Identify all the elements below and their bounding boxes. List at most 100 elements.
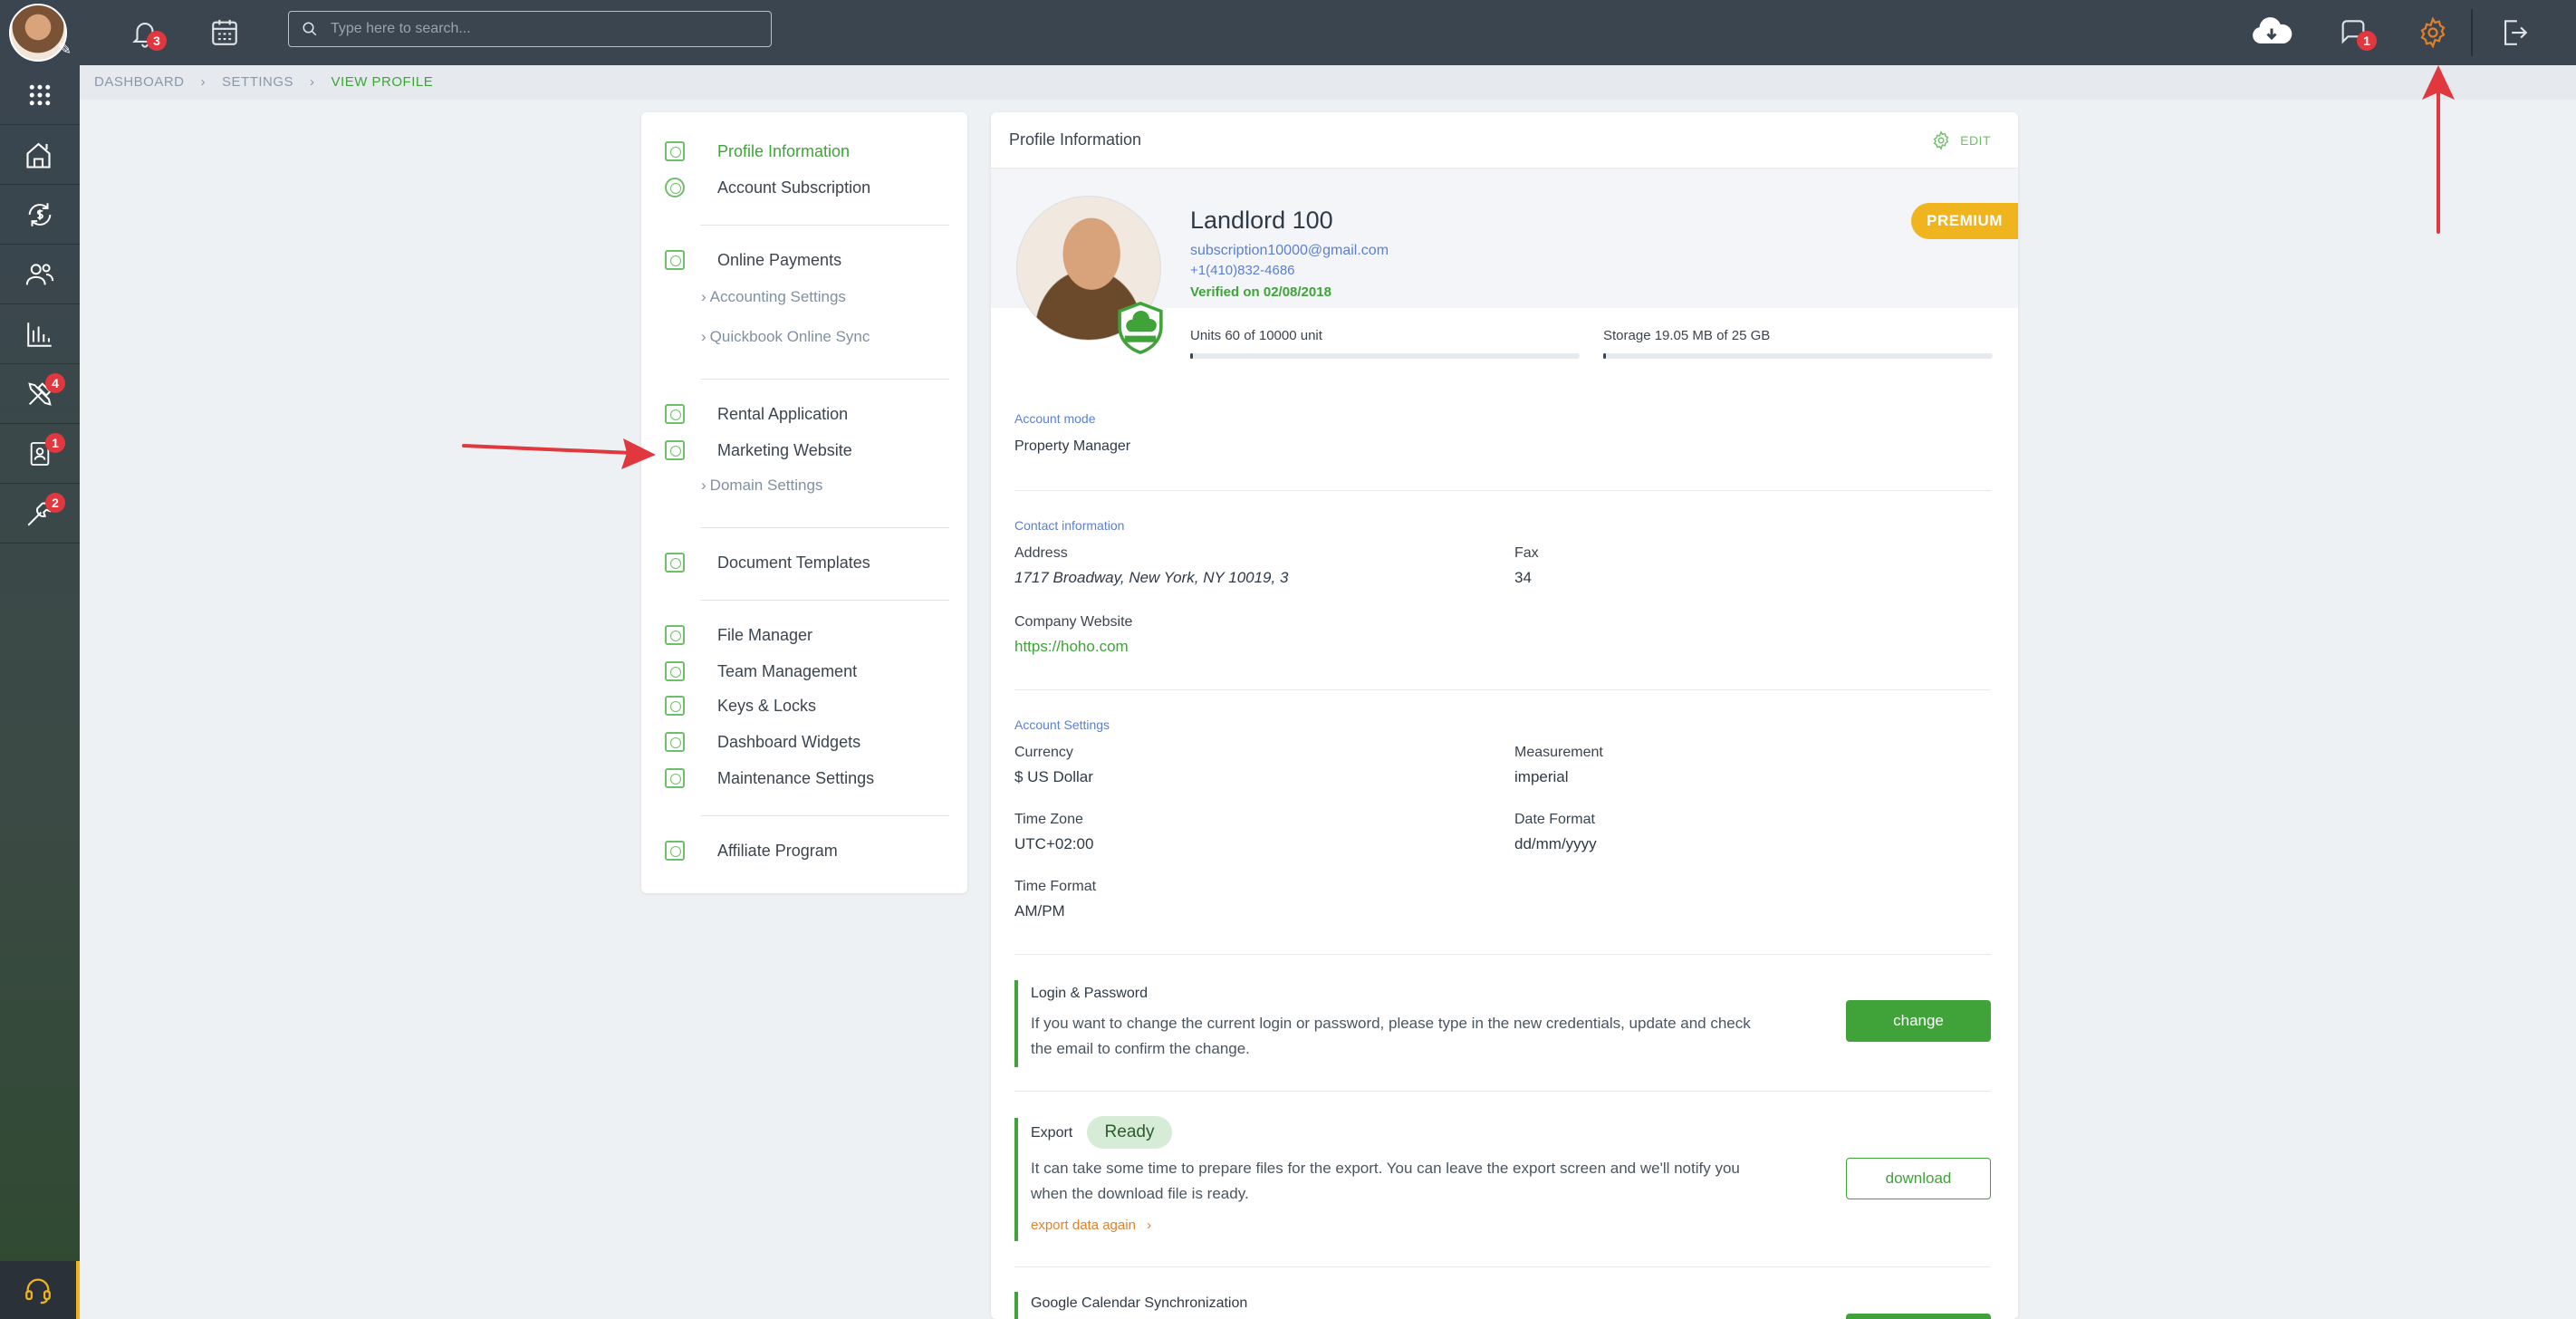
export-block: Export Ready It can take some time to pr… [1014,1116,1991,1241]
timezone-value: UTC+02:00 [1014,835,1094,852]
menu-item-dashboard-widgets[interactable]: Dashboard Widgets [641,732,860,752]
menu-item-document-templates[interactable]: Document Templates [641,553,870,573]
left-sidebar: 4 1 2 [0,65,80,1319]
section-divider [1014,1091,1991,1092]
search-icon [303,22,317,36]
download-button[interactable]: download [1846,1158,1991,1199]
notifications-count-badge: 3 [147,31,167,51]
google-calendar-button[interactable] [1846,1314,1991,1319]
profile-phone[interactable]: +1(410)832-4686 [1190,263,1295,278]
settings-menu: Profile Information Account Subscription… [641,112,967,893]
home-building-icon[interactable] [0,125,80,185]
annotation-arrow-settings [2422,65,2455,234]
menu-item-account-subscription[interactable]: Account Subscription [641,178,870,197]
search-box[interactable] [288,11,772,47]
subscription-icon [665,178,685,197]
chat-messages-icon[interactable]: 1 [2333,13,2377,53]
document-icon [665,553,685,573]
currency-value: $ US Dollar [1014,768,1093,785]
google-calendar-block: Google Calendar Synchronization [1014,1292,1991,1319]
menu-divider [700,379,949,380]
top-bar: ✎ 3 1 [0,0,2576,65]
menu-item-quickbook-online-sync[interactable]: › Quickbook Online Sync [701,328,870,346]
contact-card-icon[interactable]: 1 [0,424,80,484]
date-format-label: Date Format [1514,812,1595,827]
bar-chart-icon[interactable] [0,304,80,364]
menu-divider [700,527,949,528]
section-divider [1014,954,1991,955]
breadcrumb-view-profile: VIEW PROFILE [331,74,434,90]
people-icon[interactable] [0,245,80,304]
edit-button[interactable]: EDIT [1931,130,1991,150]
export-description: It can take some time to prepare files f… [1031,1160,1740,1202]
menu-divider [700,225,949,226]
storage-usage-bar [1603,353,1993,359]
chevron-right-icon: › [200,74,207,90]
measurement-value: imperial [1514,768,1569,785]
section-divider [1014,490,1991,491]
units-usage-fill [1190,353,1194,359]
profile-card: Profile Information EDIT Landlord 100 su… [991,112,2018,1319]
menu-item-file-manager[interactable]: File Manager [641,625,812,645]
verified-date: Verified on 02/08/2018 [1190,284,1331,300]
tools-icon[interactable]: 4 [0,364,80,424]
wrench-icon[interactable]: 2 [0,484,80,544]
logout-icon[interactable] [2494,13,2534,53]
company-website-link[interactable]: https://hoho.com [1014,638,1129,656]
time-format-value: AM/PM [1014,902,1065,919]
dollar-cycle-icon[interactable] [0,185,80,245]
breadcrumb-bar [80,65,2576,100]
export-data-again-link[interactable]: export data again › [1031,1218,1151,1233]
messages-count-badge: 1 [2357,31,2377,51]
calendar-icon[interactable] [205,13,245,53]
login-password-title: Login & Password [1031,986,1148,1001]
menu-item-online-payments[interactable]: Online Payments [641,250,841,270]
menu-item-team-management[interactable]: Team Management [641,661,857,681]
menu-divider [700,600,949,601]
menu-item-domain-settings[interactable]: › Domain Settings [701,477,822,495]
fax-value: 34 [1514,569,1532,586]
section-divider [1014,689,1991,690]
card-header: Profile Information EDIT [991,112,2018,168]
menu-item-profile-information[interactable]: Profile Information [641,141,850,161]
menu-item-rental-application[interactable]: Rental Application [641,404,848,424]
timezone-label: Time Zone [1014,812,1083,827]
date-format-value: dd/mm/yyyy [1514,835,1597,852]
profile-email[interactable]: subscription10000@gmail.com [1190,243,1389,259]
change-button[interactable]: change [1846,1000,1991,1042]
apps-grid-icon[interactable] [0,65,80,125]
section-divider [1014,1266,1991,1267]
time-format-label: Time Format [1014,879,1097,894]
cloud-download-icon[interactable] [2246,13,2297,53]
annotation-arrow-marketing [462,438,656,469]
address-value: 1717 Broadway, New York, NY 10019, 3 [1014,569,1289,586]
image-icon [665,440,685,460]
export-status-badge: Ready [1087,1116,1172,1149]
affiliate-icon [665,841,685,861]
chevron-right-icon: › [701,328,706,345]
notifications-bell-icon[interactable]: 3 [125,13,167,53]
breadcrumb-settings[interactable]: SETTINGS [222,74,293,90]
menu-item-affiliate-program[interactable]: Affiliate Program [641,841,838,861]
menu-item-keys-locks[interactable]: Keys & Locks [641,696,816,716]
storage-usage-fill [1603,353,1607,359]
tools-count-badge: 4 [45,373,65,393]
company-website-label: Company Website [1014,614,1133,630]
maintenance-icon [665,768,685,788]
account-settings-heading: Account Settings [1014,717,1110,732]
support-headset-icon[interactable] [0,1261,80,1319]
chevron-right-icon: › [1147,1218,1152,1233]
search-input[interactable] [331,21,765,37]
key-icon [665,696,685,716]
menu-item-maintenance-settings[interactable]: Maintenance Settings [641,768,874,788]
pin-icon: ✎ [58,40,72,58]
menu-item-marketing-website[interactable]: Marketing Website [641,440,852,460]
menu-item-accounting-settings[interactable]: › Accounting Settings [701,288,846,306]
menu-divider [700,815,949,816]
breadcrumb-dashboard[interactable]: DASHBOARD [94,74,185,90]
chevron-right-icon: › [701,477,706,494]
settings-gear-icon[interactable] [2413,13,2453,53]
breadcrumb: DASHBOARD › SETTINGS › VIEW PROFILE [94,74,433,90]
contact-info-heading: Contact information [1014,518,1125,533]
login-password-block: Login & Password If you want to change t… [1014,980,1991,1067]
